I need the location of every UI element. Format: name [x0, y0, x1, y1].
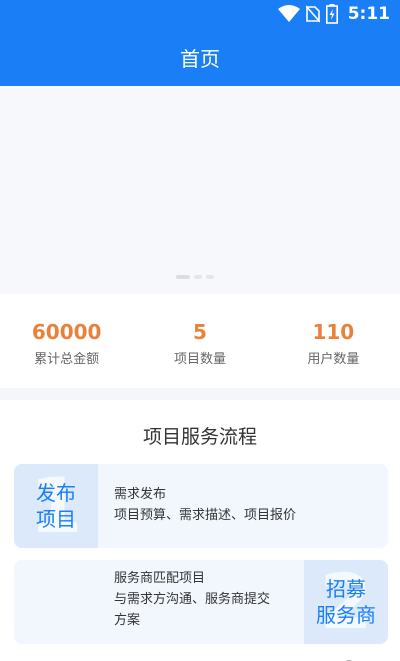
step-badge: 1 发布 项目: [14, 464, 98, 548]
carousel-dot[interactable]: [194, 275, 202, 279]
step-detail-continued: 方案: [114, 613, 141, 628]
step-detail: 与需求方沟通、服务商提交: [114, 592, 271, 607]
stat-label: 项目数量: [173, 352, 226, 367]
step-detail: 项目预算、需求描述、项目报价: [114, 508, 297, 523]
stat-total-amount: 60000 累计总金额: [0, 294, 133, 388]
stat-user-count: 110 用户数量: [267, 294, 400, 388]
stat-value: 110: [312, 320, 355, 344]
bottom-tab-bar: [0, 652, 400, 661]
process-step-card[interactable]: 1 发布 项目 需求发布 项目预算、需求描述、项目报价: [14, 464, 388, 548]
carousel-indicator: [176, 275, 214, 279]
app-header: 5:11 首页: [0, 0, 400, 86]
stats-panel: 60000 累计总金额 5 项目数量 110 用户数量: [0, 294, 400, 388]
step-description: 需求发布 项目预算、需求描述、项目报价: [114, 484, 296, 526]
step-title: 需求发布: [114, 487, 167, 502]
carousel-dot[interactable]: [176, 275, 190, 279]
step-badge-label: 发布 项目: [36, 481, 76, 531]
section-title: 项目服务流程: [142, 426, 257, 448]
page-title: 首页: [180, 47, 220, 71]
status-bar: 5:11: [0, 0, 400, 32]
service-process-section: 项目服务流程 1 发布 项目 需求发布 项目预算、需求描述、项目报价 2 招募 …: [0, 400, 400, 661]
carousel-dot[interactable]: [206, 275, 214, 279]
process-step-card[interactable]: 2 招募 服务商 服务商匹配项目 与需求方沟通、服务商提交 方案: [14, 560, 388, 644]
status-time: 5:11: [347, 4, 390, 24]
step-title: 服务商匹配项目: [114, 571, 206, 586]
step-badge: 2 招募 服务商: [304, 560, 388, 644]
step-badge-label: 招募 服务商: [316, 577, 376, 627]
stat-project-count: 5 项目数量: [133, 294, 266, 388]
stat-value: 60000: [31, 320, 102, 344]
banner-carousel[interactable]: [0, 86, 400, 294]
no-sim-icon: [305, 5, 320, 23]
stat-label: 累计总金额: [34, 352, 100, 367]
battery-charging-icon: [325, 4, 338, 24]
wifi-icon: [277, 5, 300, 22]
stat-value: 5: [193, 320, 207, 344]
stat-label: 用户数量: [307, 352, 360, 367]
step-description: 服务商匹配项目 与需求方沟通、服务商提交 方案: [114, 568, 270, 631]
